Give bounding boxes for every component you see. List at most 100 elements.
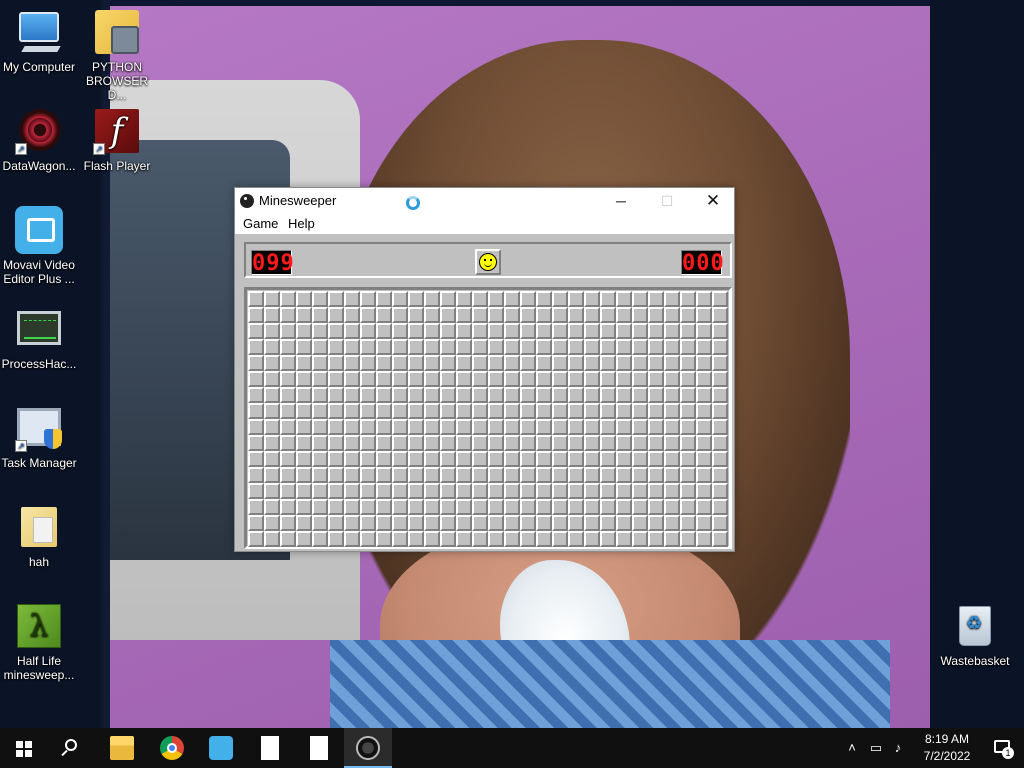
mine-cell[interactable] (616, 387, 632, 403)
mine-cell[interactable] (648, 419, 664, 435)
mine-cell[interactable] (440, 435, 456, 451)
mine-cell[interactable] (312, 419, 328, 435)
mine-cell[interactable] (248, 355, 264, 371)
mine-cell[interactable] (344, 323, 360, 339)
mine-cell[interactable] (456, 435, 472, 451)
mine-cell[interactable] (280, 387, 296, 403)
mine-cell[interactable] (408, 403, 424, 419)
mine-cell[interactable] (552, 515, 568, 531)
mine-cell[interactable] (344, 339, 360, 355)
mine-cell[interactable] (440, 483, 456, 499)
mine-cell[interactable] (424, 435, 440, 451)
mine-cell[interactable] (664, 531, 680, 547)
mine-cell[interactable] (392, 307, 408, 323)
mine-cell[interactable] (328, 467, 344, 483)
mine-cell[interactable] (584, 419, 600, 435)
mine-cell[interactable] (648, 483, 664, 499)
mine-cell[interactable] (664, 387, 680, 403)
mine-cell[interactable] (552, 323, 568, 339)
search-button[interactable] (48, 728, 96, 768)
mine-cell[interactable] (664, 435, 680, 451)
mine-cell[interactable] (344, 307, 360, 323)
mine-cell[interactable] (312, 339, 328, 355)
mine-cell[interactable] (248, 435, 264, 451)
mine-cell[interactable] (264, 483, 280, 499)
mine-cell[interactable] (344, 499, 360, 515)
mine-cell[interactable] (264, 355, 280, 371)
mine-cell[interactable] (456, 531, 472, 547)
mine-cell[interactable] (504, 483, 520, 499)
mine-cell[interactable] (504, 515, 520, 531)
mine-cell[interactable] (328, 531, 344, 547)
mine-cell[interactable] (328, 403, 344, 419)
mine-cell[interactable] (680, 531, 696, 547)
mine-cell[interactable] (424, 515, 440, 531)
mine-cell[interactable] (488, 403, 504, 419)
mine-cell[interactable] (632, 515, 648, 531)
mine-cell[interactable] (376, 451, 392, 467)
mine-cell[interactable] (344, 355, 360, 371)
mine-cell[interactable] (248, 483, 264, 499)
mine-cell[interactable] (264, 451, 280, 467)
mine-cell[interactable] (264, 515, 280, 531)
mine-cell[interactable] (360, 483, 376, 499)
mine-cell[interactable] (472, 323, 488, 339)
minimize-button[interactable]: ─ (598, 188, 644, 214)
mine-cell[interactable] (264, 307, 280, 323)
mine-cell[interactable] (408, 339, 424, 355)
mine-cell[interactable] (568, 435, 584, 451)
mine-cell[interactable] (344, 451, 360, 467)
mine-cell[interactable] (488, 419, 504, 435)
mine-cell[interactable] (712, 387, 728, 403)
taskbar-file-2[interactable] (295, 728, 343, 768)
mine-cell[interactable] (568, 451, 584, 467)
mine-cell[interactable] (552, 307, 568, 323)
taskbar-file-1[interactable] (246, 728, 294, 768)
mine-cell[interactable] (360, 403, 376, 419)
mine-cell[interactable] (600, 531, 616, 547)
mine-cell[interactable] (376, 371, 392, 387)
mine-cell[interactable] (360, 467, 376, 483)
mine-cell[interactable] (472, 515, 488, 531)
mine-cell[interactable] (424, 531, 440, 547)
mine-cell[interactable] (440, 467, 456, 483)
mine-cell[interactable] (632, 499, 648, 515)
mine-cell[interactable] (488, 483, 504, 499)
mine-cell[interactable] (696, 531, 712, 547)
mine-cell[interactable] (344, 419, 360, 435)
mine-cell[interactable] (376, 531, 392, 547)
mine-cell[interactable] (568, 371, 584, 387)
mine-cell[interactable] (376, 515, 392, 531)
mine-cell[interactable] (248, 515, 264, 531)
mine-cell[interactable] (568, 419, 584, 435)
mine-cell[interactable] (296, 435, 312, 451)
mine-cell[interactable] (568, 355, 584, 371)
mine-cell[interactable] (648, 403, 664, 419)
mine-cell[interactable] (328, 371, 344, 387)
mine-cell[interactable] (456, 483, 472, 499)
mine-cell[interactable] (616, 483, 632, 499)
mine-cell[interactable] (680, 483, 696, 499)
mine-cell[interactable] (568, 339, 584, 355)
mine-cell[interactable] (552, 435, 568, 451)
menu-help[interactable]: Help (288, 216, 315, 231)
mine-cell[interactable] (312, 483, 328, 499)
mine-cell[interactable] (328, 499, 344, 515)
mine-cell[interactable] (424, 355, 440, 371)
mine-cell[interactable] (280, 483, 296, 499)
mine-cell[interactable] (696, 387, 712, 403)
mine-cell[interactable] (296, 419, 312, 435)
mine-cell[interactable] (440, 323, 456, 339)
mine-cell[interactable] (344, 435, 360, 451)
mine-cell[interactable] (456, 467, 472, 483)
mine-cell[interactable] (488, 451, 504, 467)
mine-cell[interactable] (504, 531, 520, 547)
mine-cell[interactable] (680, 387, 696, 403)
mine-cell[interactable] (600, 307, 616, 323)
mine-cell[interactable] (280, 307, 296, 323)
mine-cell[interactable] (712, 355, 728, 371)
mine-cell[interactable] (360, 531, 376, 547)
mine-cell[interactable] (504, 467, 520, 483)
mine-cell[interactable] (696, 403, 712, 419)
mine-cell[interactable] (424, 307, 440, 323)
